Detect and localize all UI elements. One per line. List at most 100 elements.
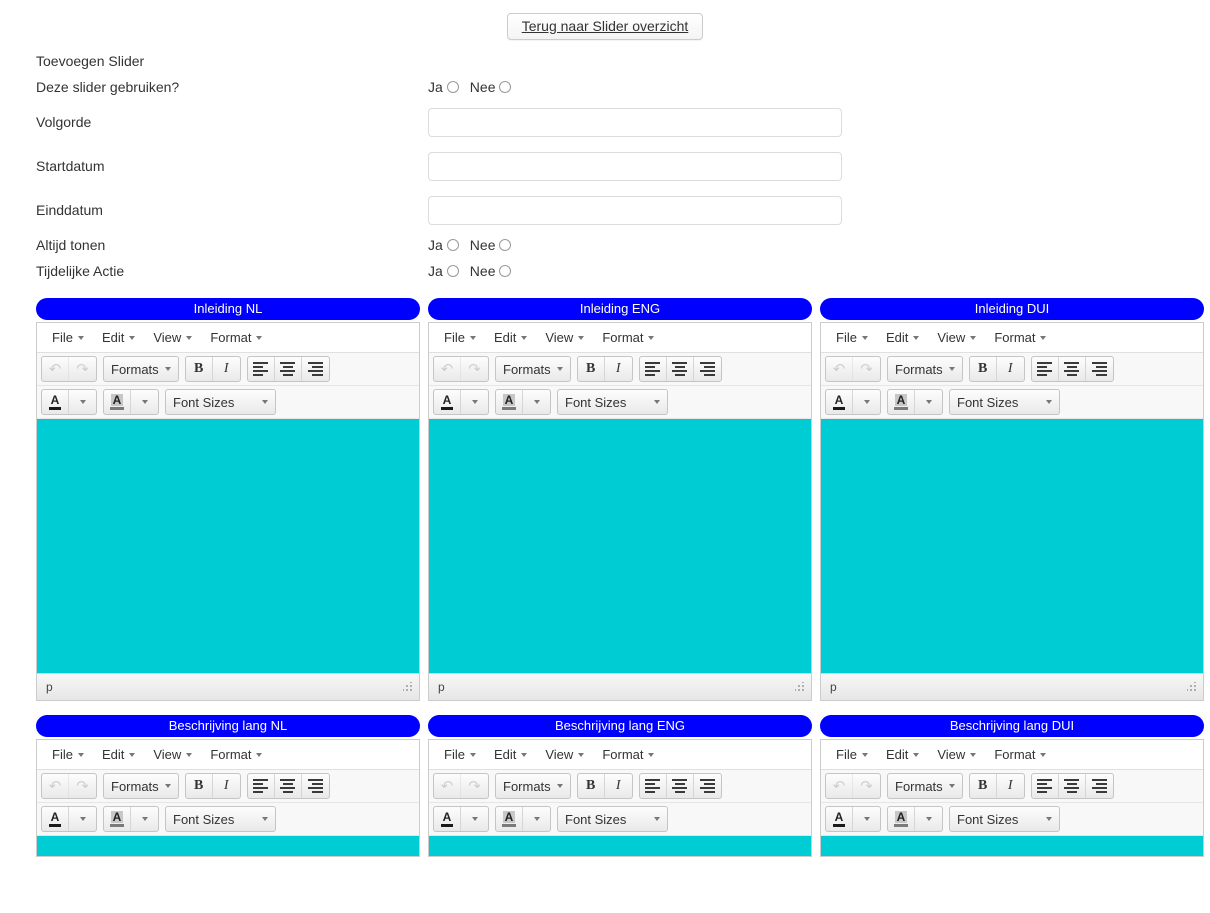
redo-button[interactable]: ↷ <box>69 774 96 798</box>
formats-dropdown[interactable]: Formats <box>496 774 570 798</box>
menu-file[interactable]: File <box>43 745 93 764</box>
menu-edit[interactable]: Edit <box>485 745 536 764</box>
formats-dropdown[interactable]: Formats <box>888 774 962 798</box>
align-left-button[interactable] <box>248 357 275 381</box>
menu-view[interactable]: View <box>928 745 985 764</box>
volgorde-input[interactable] <box>428 107 842 137</box>
align-right-button[interactable] <box>694 774 721 798</box>
forecolor-dropdown[interactable] <box>69 807 96 831</box>
undo-button[interactable]: ↶ <box>434 774 461 798</box>
backcolor-button[interactable]: A <box>496 807 523 831</box>
redo-button[interactable]: ↷ <box>69 357 96 381</box>
fontsizes-dropdown[interactable]: Font Sizes <box>166 390 275 414</box>
backcolor-button[interactable]: A <box>104 390 131 414</box>
fontsizes-dropdown[interactable]: Font Sizes <box>166 807 275 831</box>
fontsizes-dropdown[interactable]: Font Sizes <box>950 390 1059 414</box>
undo-button[interactable]: ↶ <box>434 357 461 381</box>
menu-file[interactable]: File <box>435 745 485 764</box>
align-right-button[interactable] <box>302 357 329 381</box>
redo-button[interactable]: ↷ <box>853 357 880 381</box>
align-center-button[interactable] <box>667 357 694 381</box>
bold-button[interactable]: B <box>970 357 997 381</box>
italic-button[interactable]: I <box>213 357 240 381</box>
backcolor-dropdown[interactable] <box>915 807 942 831</box>
backcolor-button[interactable]: A <box>888 807 915 831</box>
bold-button[interactable]: B <box>578 357 605 381</box>
menu-edit[interactable]: Edit <box>93 328 144 347</box>
redo-button[interactable]: ↷ <box>461 774 488 798</box>
italic-button[interactable]: I <box>997 774 1024 798</box>
align-center-button[interactable] <box>275 774 302 798</box>
menu-edit[interactable]: Edit <box>485 328 536 347</box>
editor-content-area[interactable] <box>821 419 1203 673</box>
align-left-button[interactable] <box>640 357 667 381</box>
forecolor-button[interactable]: A <box>434 390 461 414</box>
backcolor-dropdown[interactable] <box>131 390 158 414</box>
bold-button[interactable]: B <box>186 357 213 381</box>
backcolor-dropdown[interactable] <box>523 390 550 414</box>
resize-grip-icon[interactable] <box>795 682 805 692</box>
editor-content-area[interactable] <box>37 836 419 856</box>
formats-dropdown[interactable]: Formats <box>496 357 570 381</box>
fontsizes-dropdown[interactable]: Font Sizes <box>558 390 667 414</box>
forecolor-button[interactable]: A <box>434 807 461 831</box>
align-center-button[interactable] <box>275 357 302 381</box>
menu-format[interactable]: Format <box>985 745 1055 764</box>
radio-use-slider-yes[interactable] <box>446 81 459 93</box>
align-left-button[interactable] <box>248 774 275 798</box>
menu-view[interactable]: View <box>536 745 593 764</box>
bold-button[interactable]: B <box>578 774 605 798</box>
menu-view[interactable]: View <box>144 328 201 347</box>
resize-grip-icon[interactable] <box>403 682 413 692</box>
radio-tijdelijke-actie-no[interactable] <box>499 265 512 277</box>
forecolor-button[interactable]: A <box>42 807 69 831</box>
align-left-button[interactable] <box>640 774 667 798</box>
undo-button[interactable]: ↶ <box>826 774 853 798</box>
redo-button[interactable]: ↷ <box>461 357 488 381</box>
forecolor-dropdown[interactable] <box>69 390 96 414</box>
italic-button[interactable]: I <box>605 774 632 798</box>
radio-use-slider-no[interactable] <box>499 81 512 93</box>
align-right-button[interactable] <box>1086 357 1113 381</box>
menu-file[interactable]: File <box>435 328 485 347</box>
backcolor-dropdown[interactable] <box>523 807 550 831</box>
redo-button[interactable]: ↷ <box>853 774 880 798</box>
bold-button[interactable]: B <box>186 774 213 798</box>
formats-dropdown[interactable]: Formats <box>104 357 178 381</box>
backcolor-button[interactable]: A <box>104 807 131 831</box>
menu-file[interactable]: File <box>827 328 877 347</box>
bold-button[interactable]: B <box>970 774 997 798</box>
menu-edit[interactable]: Edit <box>877 328 928 347</box>
menu-view[interactable]: View <box>144 745 201 764</box>
fontsizes-dropdown[interactable]: Font Sizes <box>950 807 1059 831</box>
menu-file[interactable]: File <box>43 328 93 347</box>
italic-button[interactable]: I <box>997 357 1024 381</box>
italic-button[interactable]: I <box>213 774 240 798</box>
backcolor-button[interactable]: A <box>496 390 523 414</box>
menu-format[interactable]: Format <box>201 745 271 764</box>
formats-dropdown[interactable]: Formats <box>888 357 962 381</box>
menu-format[interactable]: Format <box>201 328 271 347</box>
startdatum-input[interactable] <box>428 151 842 181</box>
forecolor-button[interactable]: A <box>826 807 853 831</box>
backcolor-button[interactable]: A <box>888 390 915 414</box>
menu-edit[interactable]: Edit <box>877 745 928 764</box>
forecolor-button[interactable]: A <box>42 390 69 414</box>
menu-edit[interactable]: Edit <box>93 745 144 764</box>
forecolor-button[interactable]: A <box>826 390 853 414</box>
undo-button[interactable]: ↶ <box>42 774 69 798</box>
undo-button[interactable]: ↶ <box>826 357 853 381</box>
editor-content-area[interactable] <box>429 836 811 856</box>
menu-file[interactable]: File <box>827 745 877 764</box>
menu-view[interactable]: View <box>928 328 985 347</box>
forecolor-dropdown[interactable] <box>461 390 488 414</box>
editor-content-area[interactable] <box>821 836 1203 856</box>
align-center-button[interactable] <box>667 774 694 798</box>
align-right-button[interactable] <box>694 357 721 381</box>
radio-tijdelijke-actie-yes[interactable] <box>446 265 459 277</box>
menu-view[interactable]: View <box>536 328 593 347</box>
align-center-button[interactable] <box>1059 357 1086 381</box>
backcolor-dropdown[interactable] <box>915 390 942 414</box>
align-right-button[interactable] <box>1086 774 1113 798</box>
radio-altijd-tonen-yes[interactable] <box>446 239 459 251</box>
